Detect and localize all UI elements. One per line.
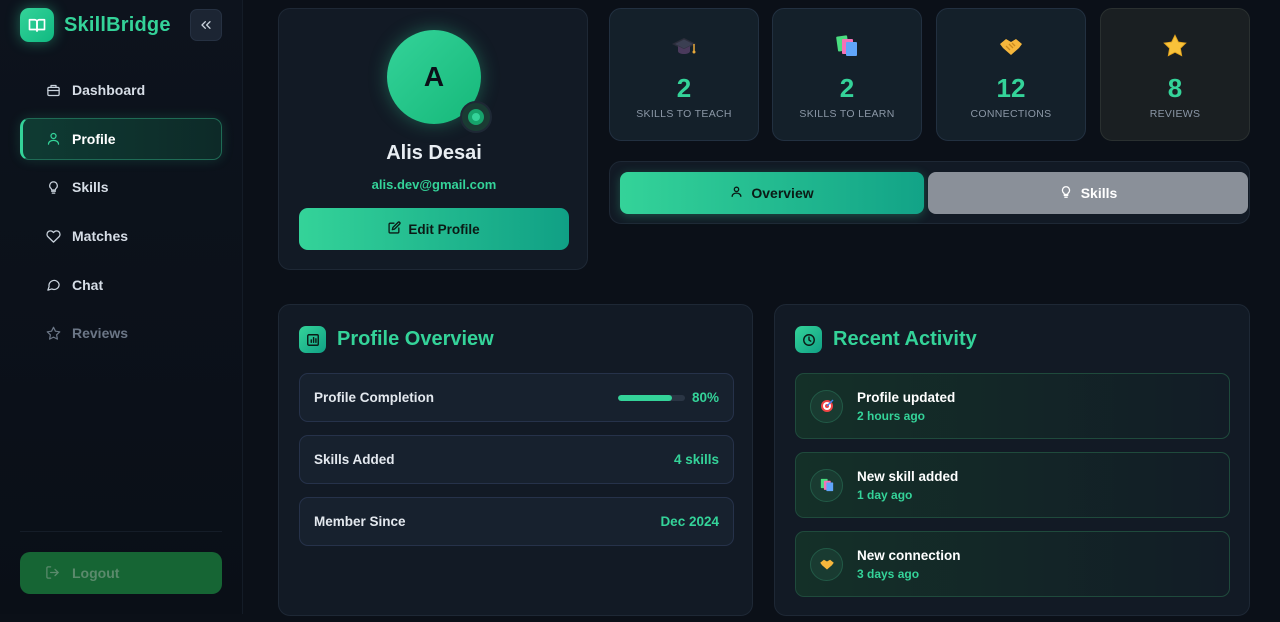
profile-email: alis.dev@gmail.com	[371, 177, 497, 192]
stat-value: 2	[676, 73, 692, 103]
sidebar-item-label: Chat	[72, 276, 104, 293]
row-value: Dec 2024	[660, 514, 719, 529]
logout-icon	[45, 565, 61, 581]
sidebar-item-label: Matches	[72, 228, 129, 245]
activity-time: 2 hours ago	[857, 408, 926, 423]
online-status-indicator	[460, 101, 492, 133]
recent-activity-panel: Recent Activity Profile updated 2 hours …	[774, 304, 1250, 616]
profile-overview-panel: Profile Overview Profile Completion 80% …	[278, 304, 753, 616]
sidebar-item-skills[interactable]: Skills	[20, 166, 222, 208]
profile-card: A Alis Desai alis.dev@gmail.com Edit Pro…	[278, 8, 588, 270]
activity-title: New connection	[857, 547, 961, 563]
activity-item[interactable]: Profile updated 2 hours ago	[795, 373, 1230, 439]
panel-title: Recent Activity	[833, 328, 977, 350]
progress-bar	[617, 394, 685, 401]
edit-profile-button[interactable]: Edit Profile	[299, 208, 569, 250]
user-icon	[730, 185, 743, 201]
brand-name: SkillBridge	[64, 13, 171, 36]
panel-header: Profile Overview	[299, 326, 494, 353]
sidebar-item-dashboard[interactable]: Dashboard	[20, 69, 222, 111]
stat-label: SKILLS TO LEARN	[799, 108, 895, 120]
sidebar-item-label: Dashboard	[72, 82, 146, 98]
stat-label: CONNECTIONS	[970, 108, 1052, 120]
stat-reviews: 8 REVIEWS	[1100, 8, 1250, 141]
stat-value: 8	[1167, 73, 1183, 103]
edit-profile-label: Edit Profile	[408, 221, 480, 237]
progress-fill	[617, 394, 672, 401]
activity-title: Profile updated	[857, 389, 956, 405]
row-label: Profile Completion	[314, 390, 435, 405]
stat-label: SKILLS TO TEACH	[636, 108, 732, 120]
book-icon	[20, 8, 54, 42]
stat-value: 2	[839, 73, 855, 103]
stat-label: REVIEWS	[1149, 108, 1201, 120]
sidebar-item-chat[interactable]: Chat	[20, 264, 222, 306]
stat-skills-to-teach: 2 SKILLS TO TEACH	[609, 8, 759, 141]
row-value: 80%	[691, 390, 719, 405]
edit-icon	[388, 221, 401, 237]
panel-header: Recent Activity	[795, 326, 977, 353]
profile-tabs: Overview Skills	[609, 161, 1250, 224]
books-icon	[773, 33, 921, 59]
briefcase-icon	[45, 82, 61, 98]
logout-label: Logout	[72, 565, 120, 581]
sidebar-divider	[20, 531, 222, 532]
sidebar-item-profile[interactable]: Profile	[20, 117, 222, 160]
star-icon	[45, 325, 61, 341]
star-icon	[1101, 33, 1249, 59]
sidebar-item-label: Profile	[72, 130, 116, 147]
graduation-cap-icon	[610, 33, 758, 59]
books-icon	[810, 468, 843, 502]
panel-title: Profile Overview	[337, 328, 494, 350]
chevrons-left-icon	[201, 20, 211, 29]
overview-row-skills-added: Skills Added 4 skills	[299, 435, 734, 484]
sidebar-item-label: Skills	[72, 179, 109, 196]
tab-label: Overview	[751, 185, 814, 201]
activity-time: 1 day ago	[857, 487, 913, 502]
row-label: Member Since	[314, 514, 406, 529]
bar-chart-icon	[299, 326, 326, 353]
tab-label: Skills	[1080, 185, 1118, 201]
collapse-sidebar-button[interactable]	[190, 9, 222, 41]
tab-overview[interactable]: Overview	[620, 172, 924, 214]
stat-skills-to-learn: 2 SKILLS TO LEARN	[772, 8, 922, 141]
user-icon	[45, 131, 61, 147]
stat-value: 12	[996, 73, 1026, 103]
activity-title: New skill added	[857, 468, 959, 484]
logout-button[interactable]: Logout	[20, 552, 222, 594]
overview-row-completion: Profile Completion 80%	[299, 373, 734, 422]
target-icon	[810, 389, 843, 423]
stat-connections: 12 CONNECTIONS	[936, 8, 1086, 141]
sidebar-item-label: Reviews	[72, 325, 129, 342]
chat-bubble-icon	[45, 277, 61, 293]
brand[interactable]: SkillBridge	[20, 8, 171, 42]
lightbulb-icon	[45, 179, 61, 195]
clock-icon	[795, 326, 822, 353]
lightbulb-icon	[1059, 185, 1073, 202]
completion-progress: 80%	[617, 390, 719, 405]
activity-time: 3 days ago	[857, 566, 920, 581]
sidebar-item-matches[interactable]: Matches	[20, 215, 222, 257]
handshake-icon	[810, 547, 843, 581]
profile-name: Alis Desai	[386, 142, 482, 164]
sidebar: SkillBridge Dashboard Profile Skills Mat…	[0, 0, 243, 614]
tab-skills[interactable]: Skills	[928, 172, 1248, 214]
overview-row-member-since: Member Since Dec 2024	[299, 497, 734, 546]
sidebar-nav: Dashboard Profile Skills Matches Chat Re…	[20, 69, 222, 361]
activity-item[interactable]: New connection 3 days ago	[795, 531, 1230, 597]
sidebar-item-reviews[interactable]: Reviews	[20, 312, 222, 354]
avatar-letter: A	[423, 61, 445, 92]
activity-item[interactable]: New skill added 1 day ago	[795, 452, 1230, 518]
handshake-icon	[937, 33, 1085, 59]
row-label: Skills Added	[314, 452, 395, 467]
row-value: 4 skills	[673, 452, 719, 467]
heart-icon	[45, 228, 61, 244]
